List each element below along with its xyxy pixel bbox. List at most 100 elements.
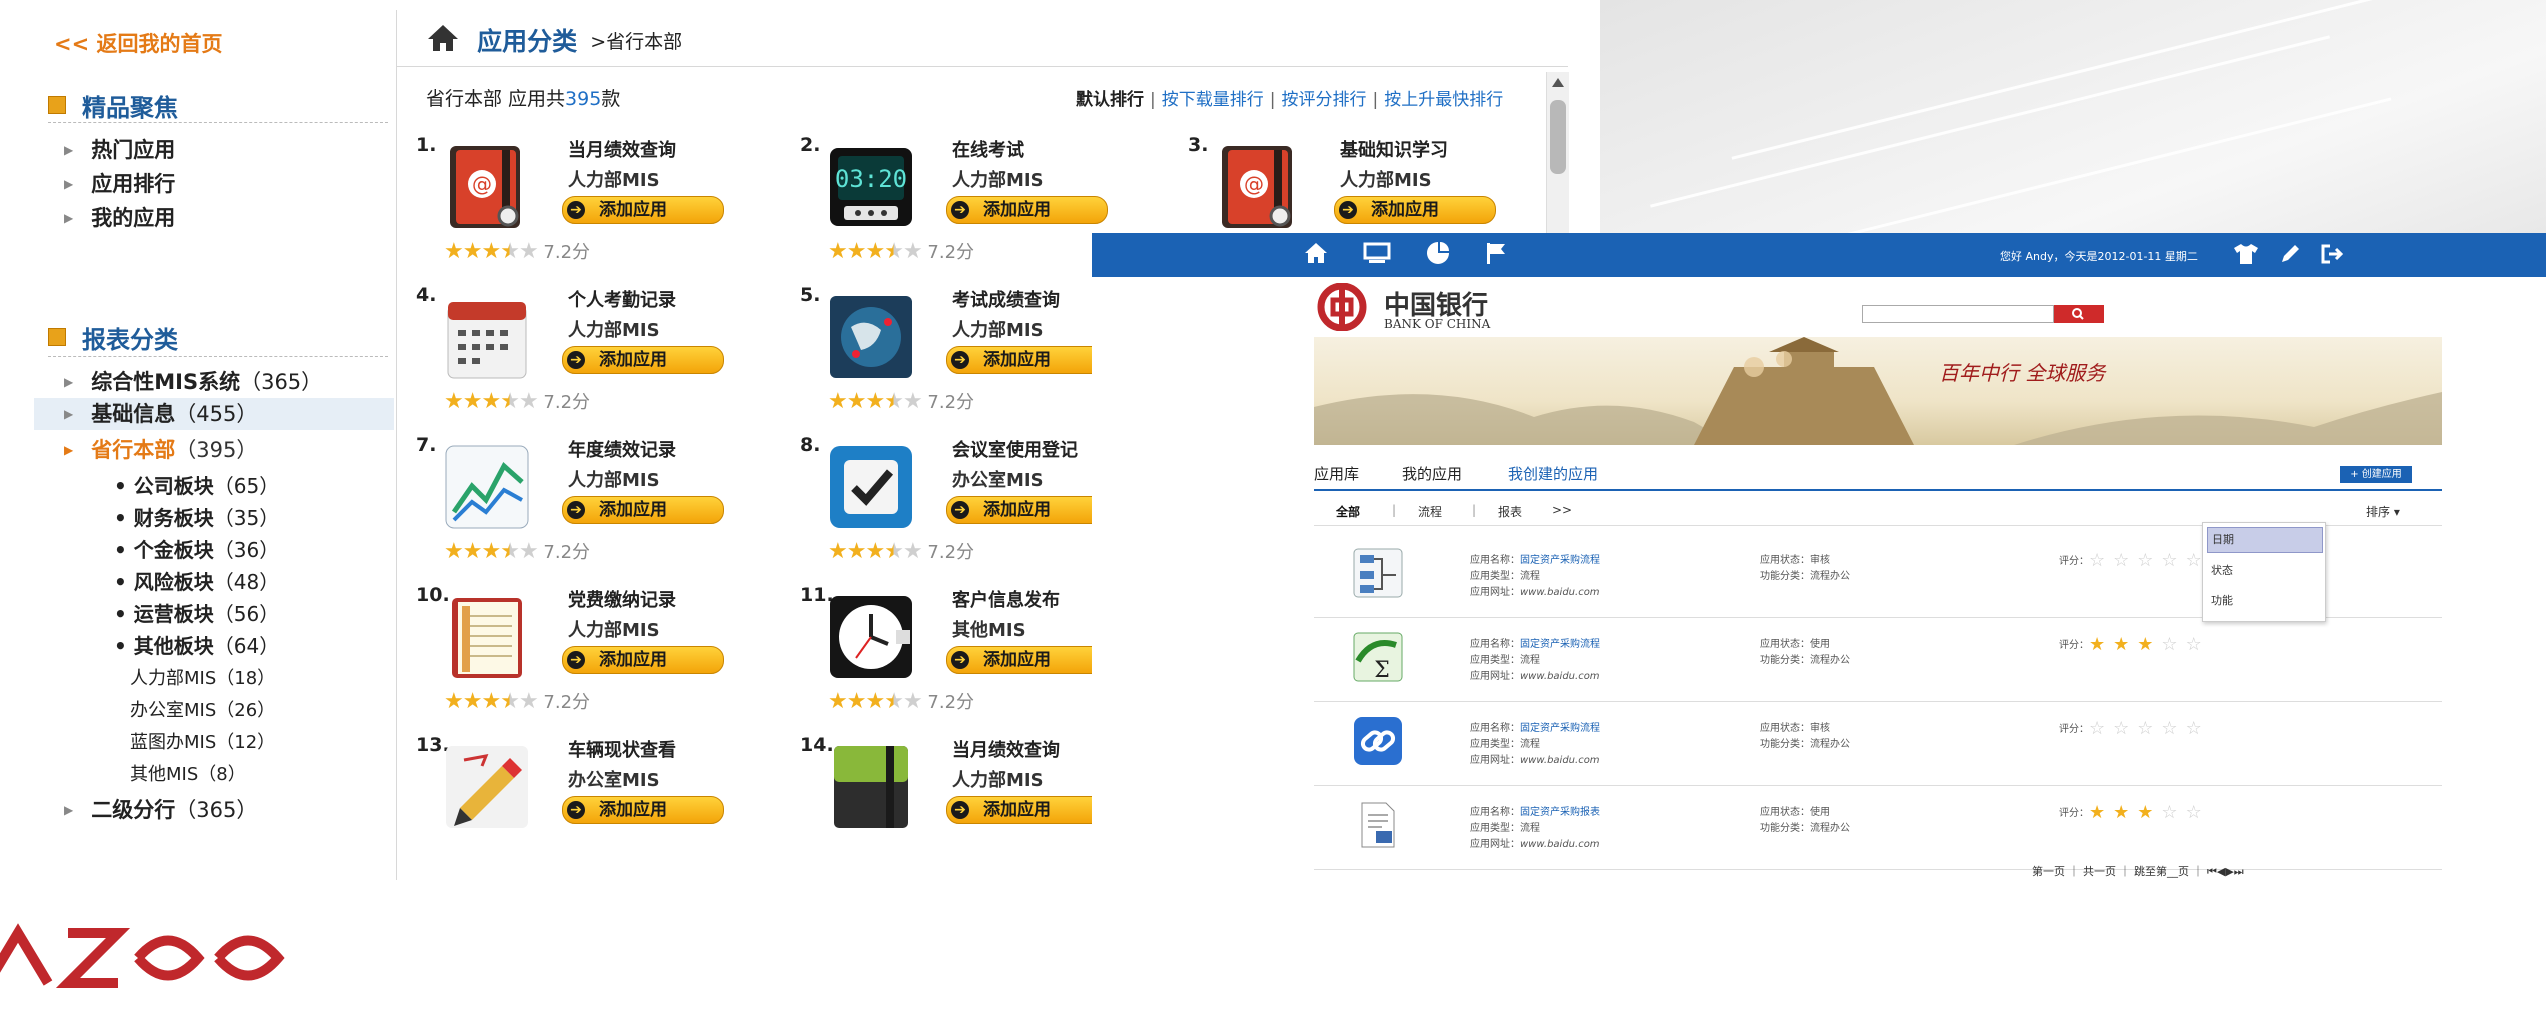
star-outline-icon[interactable]: ☆ bbox=[2161, 550, 2185, 571]
logout-icon[interactable] bbox=[2320, 243, 2344, 269]
sub2-item-office-mis[interactable]: 办公室MIS（26） bbox=[130, 696, 275, 722]
add-app-button[interactable]: ➔ 添加应用 bbox=[946, 796, 1108, 824]
home-icon[interactable] bbox=[426, 23, 460, 57]
star-outline-icon[interactable]: ☆ bbox=[2113, 718, 2137, 739]
sort-menu-status[interactable]: 状态 bbox=[2207, 559, 2321, 583]
line-chart-icon[interactable] bbox=[442, 442, 532, 532]
address-book-icon[interactable]: @ bbox=[442, 142, 532, 232]
star-outline-icon[interactable]: ☆ bbox=[2161, 634, 2185, 655]
star-icon[interactable]: ★ bbox=[2137, 802, 2161, 823]
add-app-button[interactable]: ➔ 添加应用 bbox=[946, 646, 1108, 674]
star-outline-icon[interactable]: ☆ bbox=[2113, 550, 2137, 571]
clock-display-icon[interactable]: 03:20 bbox=[826, 142, 916, 232]
app-name[interactable]: 当月绩效查询 bbox=[568, 136, 676, 162]
sub2-item-blueprint-mis[interactable]: 蓝图办MIS（12） bbox=[130, 728, 275, 754]
sidebar-item-mis[interactable]: ▶ 综合性MIS系统（365） bbox=[64, 366, 322, 396]
filter-more[interactable]: >> bbox=[1552, 503, 1572, 517]
star-icon[interactable]: ★ bbox=[2113, 802, 2137, 823]
app-name-link[interactable]: 固定资产采购流程 bbox=[1520, 555, 1600, 566]
add-app-button[interactable]: ➔ 添加应用 bbox=[1334, 196, 1496, 224]
app-card[interactable]: 10. 党费缴纳记录 人力部MIS ➔ 添加应用 ★★★★★ 7.2分 bbox=[416, 584, 796, 724]
pencil-edit-icon[interactable] bbox=[2279, 243, 2301, 269]
star-icon[interactable]: ★ bbox=[2089, 802, 2113, 823]
sub2-item-hr-mis[interactable]: 人力部MIS（18） bbox=[130, 664, 275, 690]
app-name[interactable]: 个人考勤记录 bbox=[568, 286, 676, 312]
sub-item-company[interactable]: • 公司板块（65） bbox=[114, 470, 279, 499]
star-outline-icon[interactable]: ☆ bbox=[2137, 550, 2161, 571]
star-icon[interactable]: ★ bbox=[2137, 634, 2161, 655]
scroll-up-arrow-icon[interactable] bbox=[1552, 78, 1564, 87]
star-outline-icon[interactable]: ☆ bbox=[2186, 634, 2210, 655]
app-name[interactable]: 年度绩效记录 bbox=[568, 436, 676, 462]
sort-rating[interactable]: 按评分排行 bbox=[1281, 90, 1366, 110]
sidebar-item-province-hq[interactable]: ▶ 省行本部（395） bbox=[64, 434, 257, 464]
tab-app-library[interactable]: 应用库 bbox=[1314, 463, 1359, 484]
filter-flow[interactable]: 流程 bbox=[1418, 503, 1442, 520]
sub-item-risk[interactable]: • 风险板块（48） bbox=[114, 566, 279, 595]
app-card[interactable]: 1. @ 当月绩效查询 人力部MIS ➔ 添加应用 ★★★★★ 7.2分 bbox=[416, 134, 796, 274]
address-book-icon[interactable]: @ bbox=[1214, 142, 1304, 232]
rating-stars[interactable]: ★★★☆☆ bbox=[2089, 802, 2210, 823]
app-name-link[interactable]: 固定资产采购流程 bbox=[1520, 639, 1600, 650]
rating-stars[interactable]: ☆☆☆☆☆ bbox=[2089, 550, 2210, 571]
sub-item-finance[interactable]: • 财务板块（35） bbox=[114, 502, 279, 531]
app-name-link[interactable]: 固定资产采购流程 bbox=[1520, 723, 1600, 734]
sort-menu-date[interactable]: 日期 bbox=[2207, 527, 2323, 553]
app-name[interactable]: 车辆现状查看 bbox=[568, 736, 676, 762]
sidebar-item-ranking[interactable]: ▶ 应用排行 bbox=[64, 168, 175, 198]
sub2-item-other-mis[interactable]: 其他MIS（8） bbox=[130, 760, 246, 786]
app-card[interactable]: 13. 车辆现状查看 办公室MIS ➔ 添加应用 bbox=[416, 734, 796, 874]
app-name-link[interactable]: 固定资产采购报表 bbox=[1520, 807, 1600, 818]
list-item[interactable]: 应用名称：固定资产采购报表 应用类型：流程 应用网址：www.baidu.com 应用… bbox=[1314, 785, 2442, 870]
sort-default[interactable]: 默认排行 bbox=[1076, 90, 1144, 110]
flag-icon[interactable] bbox=[1485, 241, 1507, 269]
add-app-button[interactable]: ➔ 添加应用 bbox=[946, 196, 1108, 224]
star-icon[interactable]: ★ bbox=[2089, 634, 2113, 655]
app-name[interactable]: 客户信息发布 bbox=[952, 586, 1060, 612]
calendar-icon[interactable] bbox=[442, 292, 532, 382]
monitor-icon[interactable] bbox=[1363, 242, 1391, 268]
back-home-link[interactable]: << 返回我的首页 bbox=[54, 28, 223, 58]
filter-report[interactable]: 报表 bbox=[1498, 503, 1522, 520]
sub-item-other[interactable]: • 其他板块（64） bbox=[114, 630, 279, 659]
rating-stars[interactable]: ☆☆☆☆☆ bbox=[2089, 718, 2210, 739]
app-card[interactable]: 7. 年度绩效记录 人力部MIS ➔ 添加应用 ★★★★★ 7.2分 bbox=[416, 434, 796, 574]
star-outline-icon[interactable]: ☆ bbox=[2137, 718, 2161, 739]
sidebar-item-my-apps[interactable]: ▶ 我的应用 bbox=[64, 202, 175, 232]
app-name[interactable]: 考试成绩查询 bbox=[952, 286, 1060, 312]
star-outline-icon[interactable]: ☆ bbox=[2089, 550, 2113, 571]
create-app-button[interactable]: + 创建应用 bbox=[2340, 466, 2412, 483]
sidebar-item-branch[interactable]: ▶ 二级分行（365） bbox=[64, 794, 257, 824]
list-item[interactable]: 应用名称：固定资产采购流程 应用类型：流程 应用网址：www.baidu.com 应用… bbox=[1314, 701, 2442, 786]
app-name[interactable]: 基础知识学习 bbox=[1340, 136, 1448, 162]
star-outline-icon[interactable]: ☆ bbox=[2089, 718, 2113, 739]
list-item[interactable]: Σ 应用名称：固定资产采购流程 应用类型：流程 应用网址：www.baidu.com 应… bbox=[1314, 617, 2442, 702]
checkbox-icon[interactable] bbox=[826, 442, 916, 532]
add-app-button[interactable]: ➔ 添加应用 bbox=[946, 346, 1108, 374]
app-name[interactable]: 当月绩效查询 bbox=[952, 736, 1060, 762]
sidebar-item-hot[interactable]: ▶ 热门应用 bbox=[64, 134, 175, 164]
add-app-button[interactable]: ➔ 添加应用 bbox=[562, 346, 724, 374]
app-name[interactable]: 党费缴纳记录 bbox=[568, 586, 676, 612]
star-outline-icon[interactable]: ☆ bbox=[2161, 718, 2185, 739]
rating-stars[interactable]: ★★★☆☆ bbox=[2089, 634, 2210, 655]
search-button[interactable] bbox=[2054, 305, 2104, 323]
shirt-icon[interactable] bbox=[2232, 242, 2260, 270]
star-outline-icon[interactable]: ☆ bbox=[2186, 802, 2210, 823]
sort-dropdown[interactable]: 排序 ▾ bbox=[2366, 503, 2400, 520]
app-name[interactable]: 会议室使用登记 bbox=[952, 436, 1078, 462]
filter-all[interactable]: 全部 bbox=[1336, 503, 1360, 520]
add-app-button[interactable]: ➔ 添加应用 bbox=[562, 196, 724, 224]
tab-my-apps[interactable]: 我的应用 bbox=[1402, 463, 1462, 484]
notebook-icon[interactable] bbox=[442, 592, 532, 682]
star-outline-icon[interactable]: ☆ bbox=[2186, 718, 2210, 739]
pie-chart-icon[interactable] bbox=[1426, 241, 1450, 269]
search-input[interactable] bbox=[1862, 305, 2054, 323]
add-app-button[interactable]: ➔ 添加应用 bbox=[562, 646, 724, 674]
pagination[interactable]: 第一页 ｜ 共一页 ｜ 跳至第__页 ｜ ⏮◀▶⏭ bbox=[2032, 863, 2244, 879]
add-app-button[interactable]: ➔ 添加应用 bbox=[562, 496, 724, 524]
star-icon[interactable]: ★ bbox=[2113, 634, 2137, 655]
add-app-button[interactable]: ➔ 添加应用 bbox=[562, 796, 724, 824]
green-book-icon[interactable] bbox=[826, 742, 916, 832]
sidebar-item-basic-info[interactable]: ▶ 基础信息（455） bbox=[34, 398, 394, 430]
